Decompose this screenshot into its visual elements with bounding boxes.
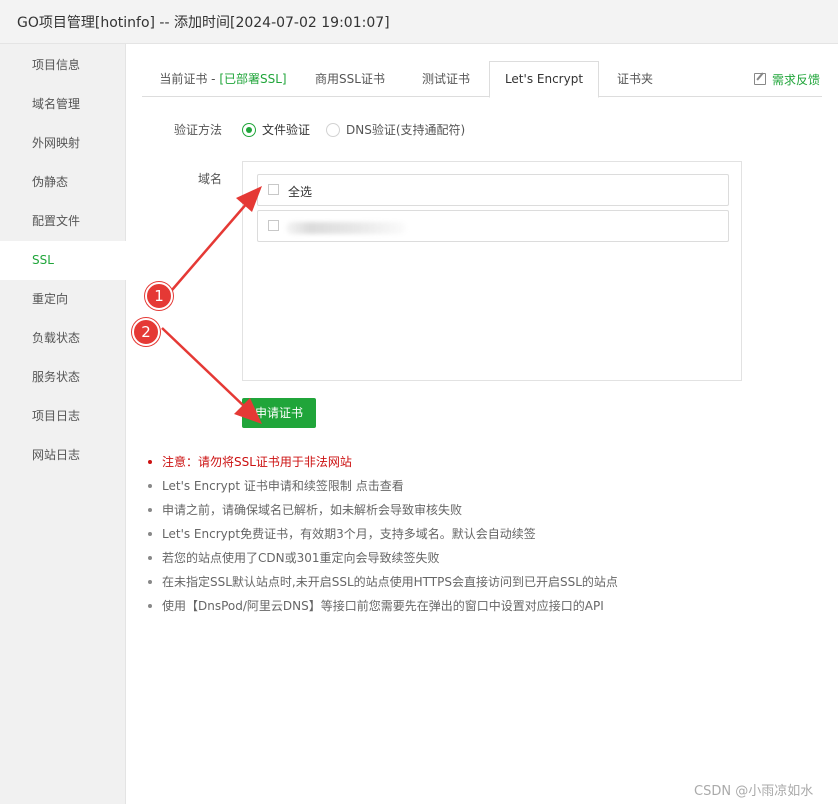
- note-dns-api: 使用【DnsPod/阿里云DNS】等接口前您需要先在弹出的窗口中设置对应接口的A…: [148, 596, 808, 620]
- domain-label: 域名: [198, 172, 223, 186]
- sidebar-item-rewrite[interactable]: 伪静态: [0, 163, 126, 202]
- select-all-label: 全选: [288, 185, 313, 199]
- sidebar-item-ssl[interactable]: SSL: [0, 241, 127, 280]
- file-verify-label[interactable]: 文件验证: [262, 121, 310, 138]
- note-free-cert: Let's Encrypt免费证书，有效期3个月，支持多域名。默认会自动续签: [148, 524, 808, 548]
- sidebar: 项目信息 域名管理 外网映射 伪静态 配置文件 SSL 重定向 负载状态 服务状…: [0, 44, 127, 804]
- tab-lets-encrypt[interactable]: Let's Encrypt: [489, 61, 599, 98]
- tab-current-cert-label: 当前证书 -: [159, 72, 220, 86]
- window-titlebar: GO项目管理[hotinfo] -- 添加时间[2024-07-02 19:01…: [0, 0, 838, 44]
- note-cdn: 若您的站点使用了CDN或301重定向会导致续签失败: [148, 548, 808, 572]
- tab-test-cert[interactable]: 测试证书: [402, 61, 490, 97]
- domain-row[interactable]: [257, 210, 729, 242]
- sidebar-item-service-status[interactable]: 服务状态: [0, 358, 126, 397]
- radio-file-verify[interactable]: [242, 123, 256, 137]
- verify-method-label: 验证方法: [174, 123, 223, 137]
- note-rate-limit[interactable]: Let's Encrypt 证书申请和续签限制 点击查看: [148, 476, 808, 500]
- tab-current-cert[interactable]: 当前证书 - [已部署SSL]: [142, 61, 304, 97]
- tab-cert-folder[interactable]: 证书夹: [604, 61, 666, 97]
- tab-commercial-ssl[interactable]: 商用SSL证书: [304, 61, 396, 97]
- radio-dns-verify[interactable]: [326, 123, 340, 137]
- note-dns-resolve: 申请之前，请确保域名已解析，如未解析会导致审核失败: [148, 500, 808, 524]
- edit-icon: [754, 73, 766, 85]
- note-warning: 注意：请勿将SSL证书用于非法网站: [148, 452, 808, 476]
- dns-verify-label[interactable]: DNS验证(支持通配符): [346, 121, 465, 138]
- annotation-badge-2: 2: [132, 318, 160, 346]
- sidebar-item-external-mapping[interactable]: 外网映射: [0, 124, 126, 163]
- sidebar-item-redirect[interactable]: 重定向: [0, 280, 126, 319]
- apply-cert-button[interactable]: 申请证书: [242, 398, 316, 428]
- sidebar-item-project-info[interactable]: 项目信息: [0, 46, 126, 85]
- arrow-1-line: [171, 201, 249, 291]
- feedback-link[interactable]: 需求反馈: [754, 71, 820, 88]
- ssl-notes: 注意：请勿将SSL证书用于非法网站 Let's Encrypt 证书申请和续签限…: [148, 452, 808, 620]
- arrow-2-line: [161, 327, 247, 409]
- sidebar-item-project-log[interactable]: 项目日志: [0, 397, 126, 436]
- redacted-domain: [286, 222, 406, 234]
- sidebar-item-config-file[interactable]: 配置文件: [0, 202, 126, 241]
- select-all-row[interactable]: 全选: [257, 174, 729, 206]
- sidebar-item-site-log[interactable]: 网站日志: [0, 436, 126, 475]
- annotation-badge-1: 1: [145, 282, 173, 310]
- watermark: CSDN @小雨凉如水: [694, 784, 814, 799]
- select-all-checkbox[interactable]: [268, 184, 279, 195]
- feedback-label: 需求反馈: [772, 73, 821, 87]
- sidebar-item-load-status[interactable]: 负载状态: [0, 319, 126, 358]
- domain-checkbox[interactable]: [268, 220, 279, 231]
- ssl-deployed-status: [已部署SSL]: [219, 72, 287, 86]
- note-default-site: 在未指定SSL默认站点时,未开启SSL的站点使用HTTPS会直接访问到已开启SS…: [148, 572, 808, 596]
- sidebar-item-domain-management[interactable]: 域名管理: [0, 85, 126, 124]
- window-title: GO项目管理[hotinfo] -- 添加时间[2024-07-02 19:01…: [17, 15, 390, 31]
- ssl-tabs: 当前证书 - [已部署SSL] 商用SSL证书 测试证书 Let's Encry…: [142, 61, 822, 98]
